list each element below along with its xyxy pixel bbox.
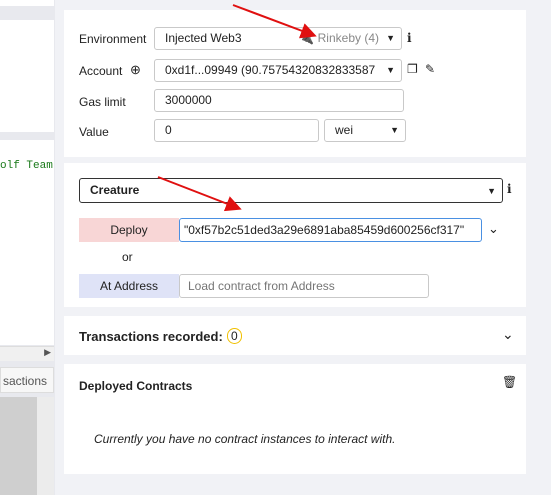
tab-transactions[interactable]: sactions <box>0 367 54 393</box>
transactions-count-badge: 0 <box>227 328 242 344</box>
terminal-area <box>0 397 37 495</box>
value-unit: wei <box>335 123 354 137</box>
info-icon[interactable]: i <box>507 182 512 196</box>
at-address-button[interactable]: At Address <box>79 274 179 298</box>
value-input[interactable]: 0 <box>154 119 319 142</box>
contract-select[interactable]: Creature ▼ <box>79 178 503 203</box>
info-icon[interactable]: i <box>407 31 412 45</box>
gas-limit-input[interactable]: 3000000 <box>154 89 404 112</box>
account-label: Account <box>79 64 123 78</box>
environment-label: Environment <box>79 32 147 46</box>
chevron-down-icon: ▼ <box>386 33 395 43</box>
horizontal-scrollbar[interactable]: ▶ <box>0 346 54 361</box>
network-indicator: 🔌 Rinkeby (4) <box>299 28 379 49</box>
account-select[interactable]: 0xd1f...09949 (90.75754320832833587 ▼ <box>154 59 402 82</box>
deployed-contracts-title: Deployed Contracts <box>79 379 193 393</box>
transactions-card[interactable]: Transactions recorded: 0 ⌄ <box>64 316 526 355</box>
plug-icon: 🔌 <box>299 31 315 45</box>
deploy-button[interactable]: Deploy <box>79 218 179 242</box>
code-snippet: olf Team <box>0 160 53 172</box>
add-account-icon[interactable]: ⊕ <box>130 62 141 78</box>
left-panel: olf Team ▶ sactions <box>0 0 55 495</box>
at-address-input[interactable] <box>179 274 429 298</box>
trash-icon[interactable]: 🗑 <box>502 375 517 389</box>
chevron-down-icon[interactable]: ⌄ <box>502 326 514 343</box>
no-instances-message: Currently you have no contract instances… <box>94 432 396 446</box>
copy-icon[interactable]: ❐ <box>407 62 418 76</box>
chevron-down-icon[interactable]: ⌄ <box>488 221 499 237</box>
value-label: Value <box>79 125 109 139</box>
contract-value: Creature <box>90 183 140 197</box>
deployed-contracts-card: Deployed Contracts 🗑 Currently you have … <box>64 364 526 474</box>
run-settings-card: Environment Injected Web3 🔌 Rinkeby (4) … <box>64 10 526 157</box>
file-explorer-area <box>0 20 54 132</box>
environment-select[interactable]: Injected Web3 🔌 Rinkeby (4) ▼ <box>154 27 402 50</box>
chevron-down-icon: ▼ <box>386 65 395 75</box>
or-label: or <box>122 250 133 264</box>
left-panel-header <box>0 0 54 6</box>
terminal-scrollbar[interactable] <box>37 397 54 495</box>
deploy-args-input[interactable]: "0xf57b2c51ded3a29e6891aba85459d600256cf… <box>179 218 482 242</box>
tab-transactions-label: sactions <box>2 374 47 388</box>
chevron-down-icon: ▼ <box>487 186 496 196</box>
edit-icon[interactable]: ✎ <box>425 62 435 76</box>
scroll-right-icon[interactable]: ▶ <box>44 347 51 358</box>
network-name: Rinkeby (4) <box>317 31 379 45</box>
environment-value: Injected Web3 <box>165 31 242 45</box>
gas-limit-label: Gas limit <box>79 95 126 109</box>
transactions-label: Transactions recorded: <box>79 329 223 344</box>
value-unit-select[interactable]: wei ▼ <box>324 119 406 142</box>
contract-card: Creature ▼ i Deploy "0xf57b2c51ded3a29e6… <box>64 163 526 307</box>
account-value: 0xd1f...09949 (90.75754320832833587 <box>165 63 376 77</box>
chevron-down-icon: ▼ <box>390 125 399 135</box>
